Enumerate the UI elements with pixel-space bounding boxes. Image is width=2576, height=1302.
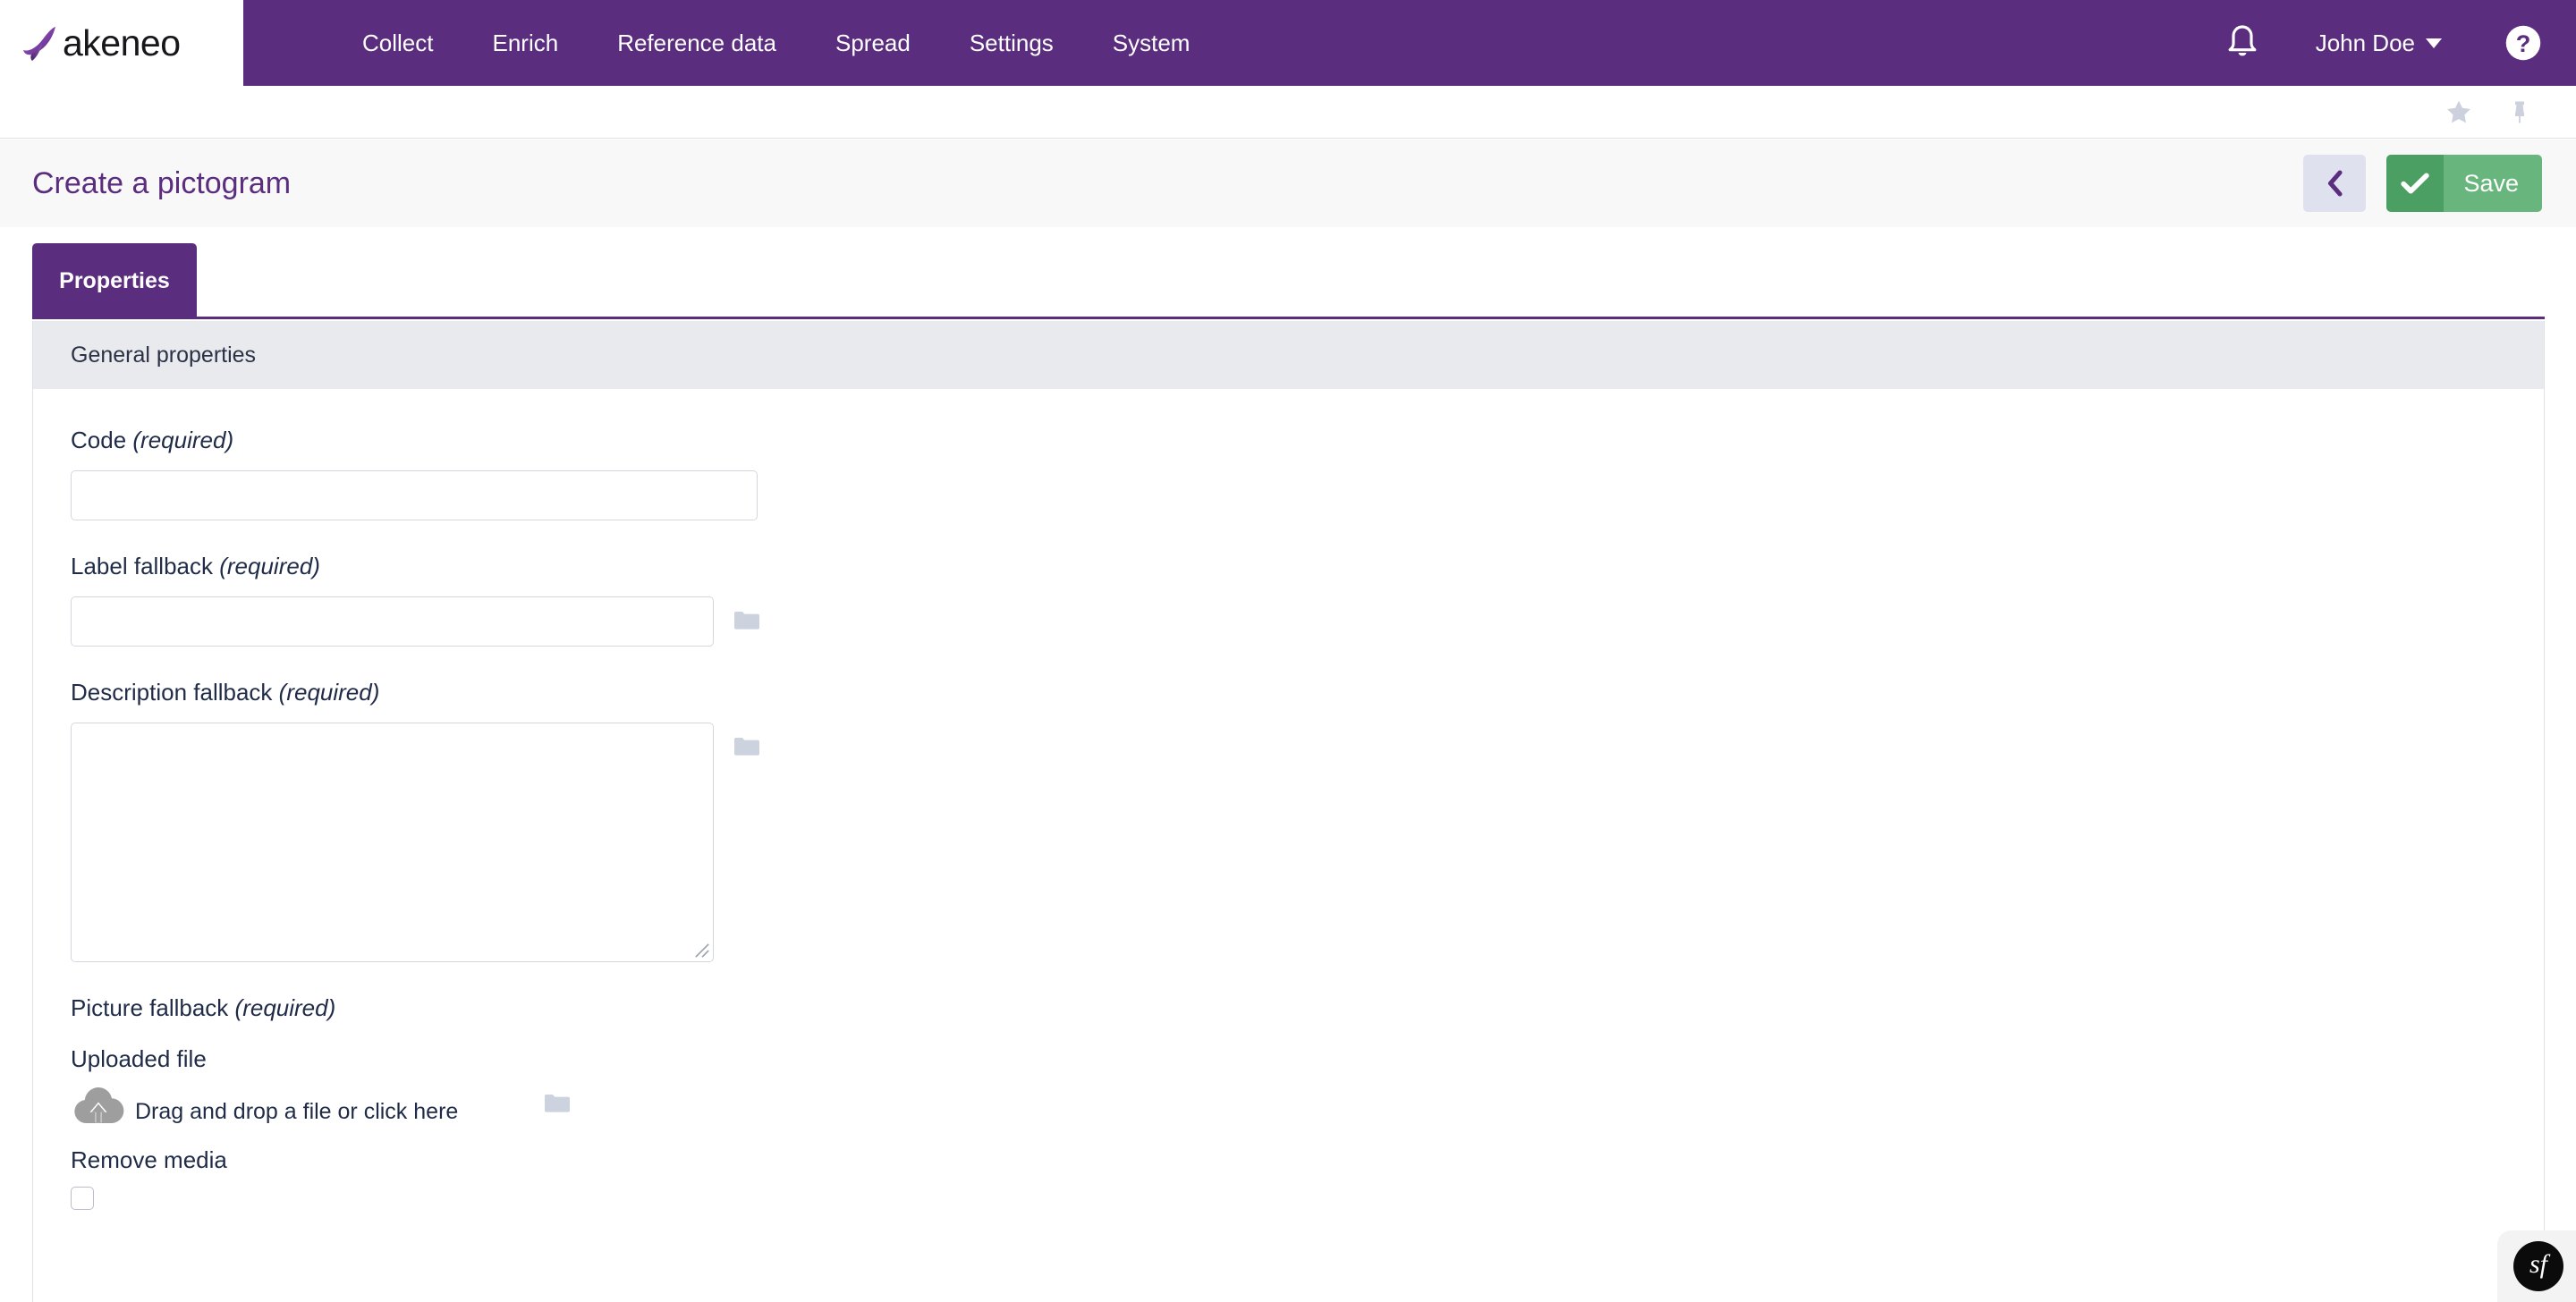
folder-icon[interactable] [733, 609, 760, 632]
top-navigation-bar: akeneo Collect Enrich Reference data Spr… [0, 0, 2576, 86]
symfony-debug-badge[interactable]: sf [2513, 1241, 2563, 1291]
pin-icon[interactable] [2506, 97, 2533, 127]
tab-properties[interactable]: Properties [32, 243, 197, 318]
folder-icon[interactable] [733, 735, 760, 758]
remove-media-label: Remove media [71, 1146, 227, 1173]
save-button[interactable]: Save [2386, 155, 2542, 212]
field-label-fallback-label-text: Label fallback [71, 553, 213, 579]
svg-text:?: ? [2516, 30, 2531, 57]
field-picture-fallback-label-text: Picture fallback [71, 994, 229, 1021]
akeneo-leaf-icon [23, 27, 55, 61]
nav-item-spread[interactable]: Spread [806, 0, 940, 86]
chevron-down-icon [2426, 38, 2442, 48]
check-icon [2401, 173, 2430, 194]
user-name-label: John Doe [2315, 29, 2415, 56]
uploaded-file-label: Uploaded file [71, 1045, 207, 1072]
nav-item-collect[interactable]: Collect [333, 0, 462, 86]
form-fields: Code (required) Label fallback (required… [33, 389, 2544, 1210]
page-title: Create a pictogram [32, 165, 292, 200]
field-label-fallback-label: Label fallback (required) [71, 553, 2544, 580]
field-picture-fallback: Picture fallback (required) Uploaded fil… [71, 994, 2544, 1127]
field-label-fallback-required: (required) [219, 553, 320, 579]
nav-item-enrich[interactable]: Enrich [462, 0, 588, 86]
header-actions: Save [2303, 155, 2542, 212]
field-remove-media: Remove media [71, 1146, 2544, 1210]
label-fallback-row [71, 596, 2544, 647]
bell-icon[interactable] [2224, 23, 2260, 63]
field-code: Code (required) [71, 427, 2544, 520]
user-menu[interactable]: John Doe [2316, 30, 2442, 57]
label-fallback-input[interactable] [71, 596, 714, 647]
tab-underline [32, 317, 2545, 319]
field-picture-fallback-label: Picture fallback (required) [71, 994, 2544, 1022]
description-fallback-textarea[interactable] [71, 723, 714, 962]
save-check-segment [2386, 155, 2445, 212]
chevron-left-icon [2328, 170, 2343, 197]
main-nav-items: Collect Enrich Reference data Spread Set… [333, 0, 2224, 86]
file-dropzone[interactable]: Drag and drop a file or click here [71, 1080, 458, 1127]
back-button[interactable] [2303, 155, 2367, 212]
tab-strip: Properties [0, 243, 2576, 319]
field-description-fallback-label: Description fallback (required) [71, 679, 2544, 706]
star-icon[interactable] [2444, 97, 2474, 127]
brand-logo[interactable]: akeneo [0, 0, 243, 86]
folder-icon[interactable] [544, 1092, 571, 1115]
resize-handle-icon[interactable] [694, 943, 710, 959]
field-code-label-text: Code [71, 427, 127, 453]
general-properties-section-header: General properties [33, 321, 2544, 389]
remove-media-checkbox[interactable] [71, 1187, 94, 1210]
symfony-badge-label: sf [2529, 1249, 2547, 1279]
page-header: Create a pictogram Save [0, 140, 2576, 227]
field-code-label: Code (required) [71, 427, 2544, 454]
field-picture-fallback-required: (required) [234, 994, 336, 1021]
nav-item-system[interactable]: System [1083, 0, 1220, 86]
section-title: General properties [71, 342, 257, 368]
upload-row: Drag and drop a file or click here [71, 1080, 2544, 1127]
description-fallback-row [71, 723, 2544, 962]
tab-properties-label: Properties [59, 267, 170, 293]
nav-item-reference-data[interactable]: Reference data [588, 0, 806, 86]
code-input[interactable] [71, 470, 758, 520]
properties-panel: General properties Code (required) Label… [32, 321, 2545, 1302]
field-description-fallback-label-text: Description fallback [71, 679, 273, 706]
dropzone-text: Drag and drop a file or click here [135, 1099, 459, 1124]
save-button-label: Save [2444, 155, 2542, 212]
page-actions-subbar [0, 86, 2576, 139]
field-description-fallback-required: (required) [278, 679, 380, 706]
brand-name: akeneo [63, 21, 181, 63]
nav-right-group: John Doe ? [2224, 0, 2576, 86]
help-circle-icon[interactable]: ? [2504, 24, 2542, 62]
nav-item-settings[interactable]: Settings [940, 0, 1083, 86]
field-code-required: (required) [132, 427, 234, 453]
field-label-fallback: Label fallback (required) [71, 553, 2544, 647]
cloud-upload-icon [74, 1087, 124, 1124]
field-description-fallback: Description fallback (required) [71, 679, 2544, 962]
